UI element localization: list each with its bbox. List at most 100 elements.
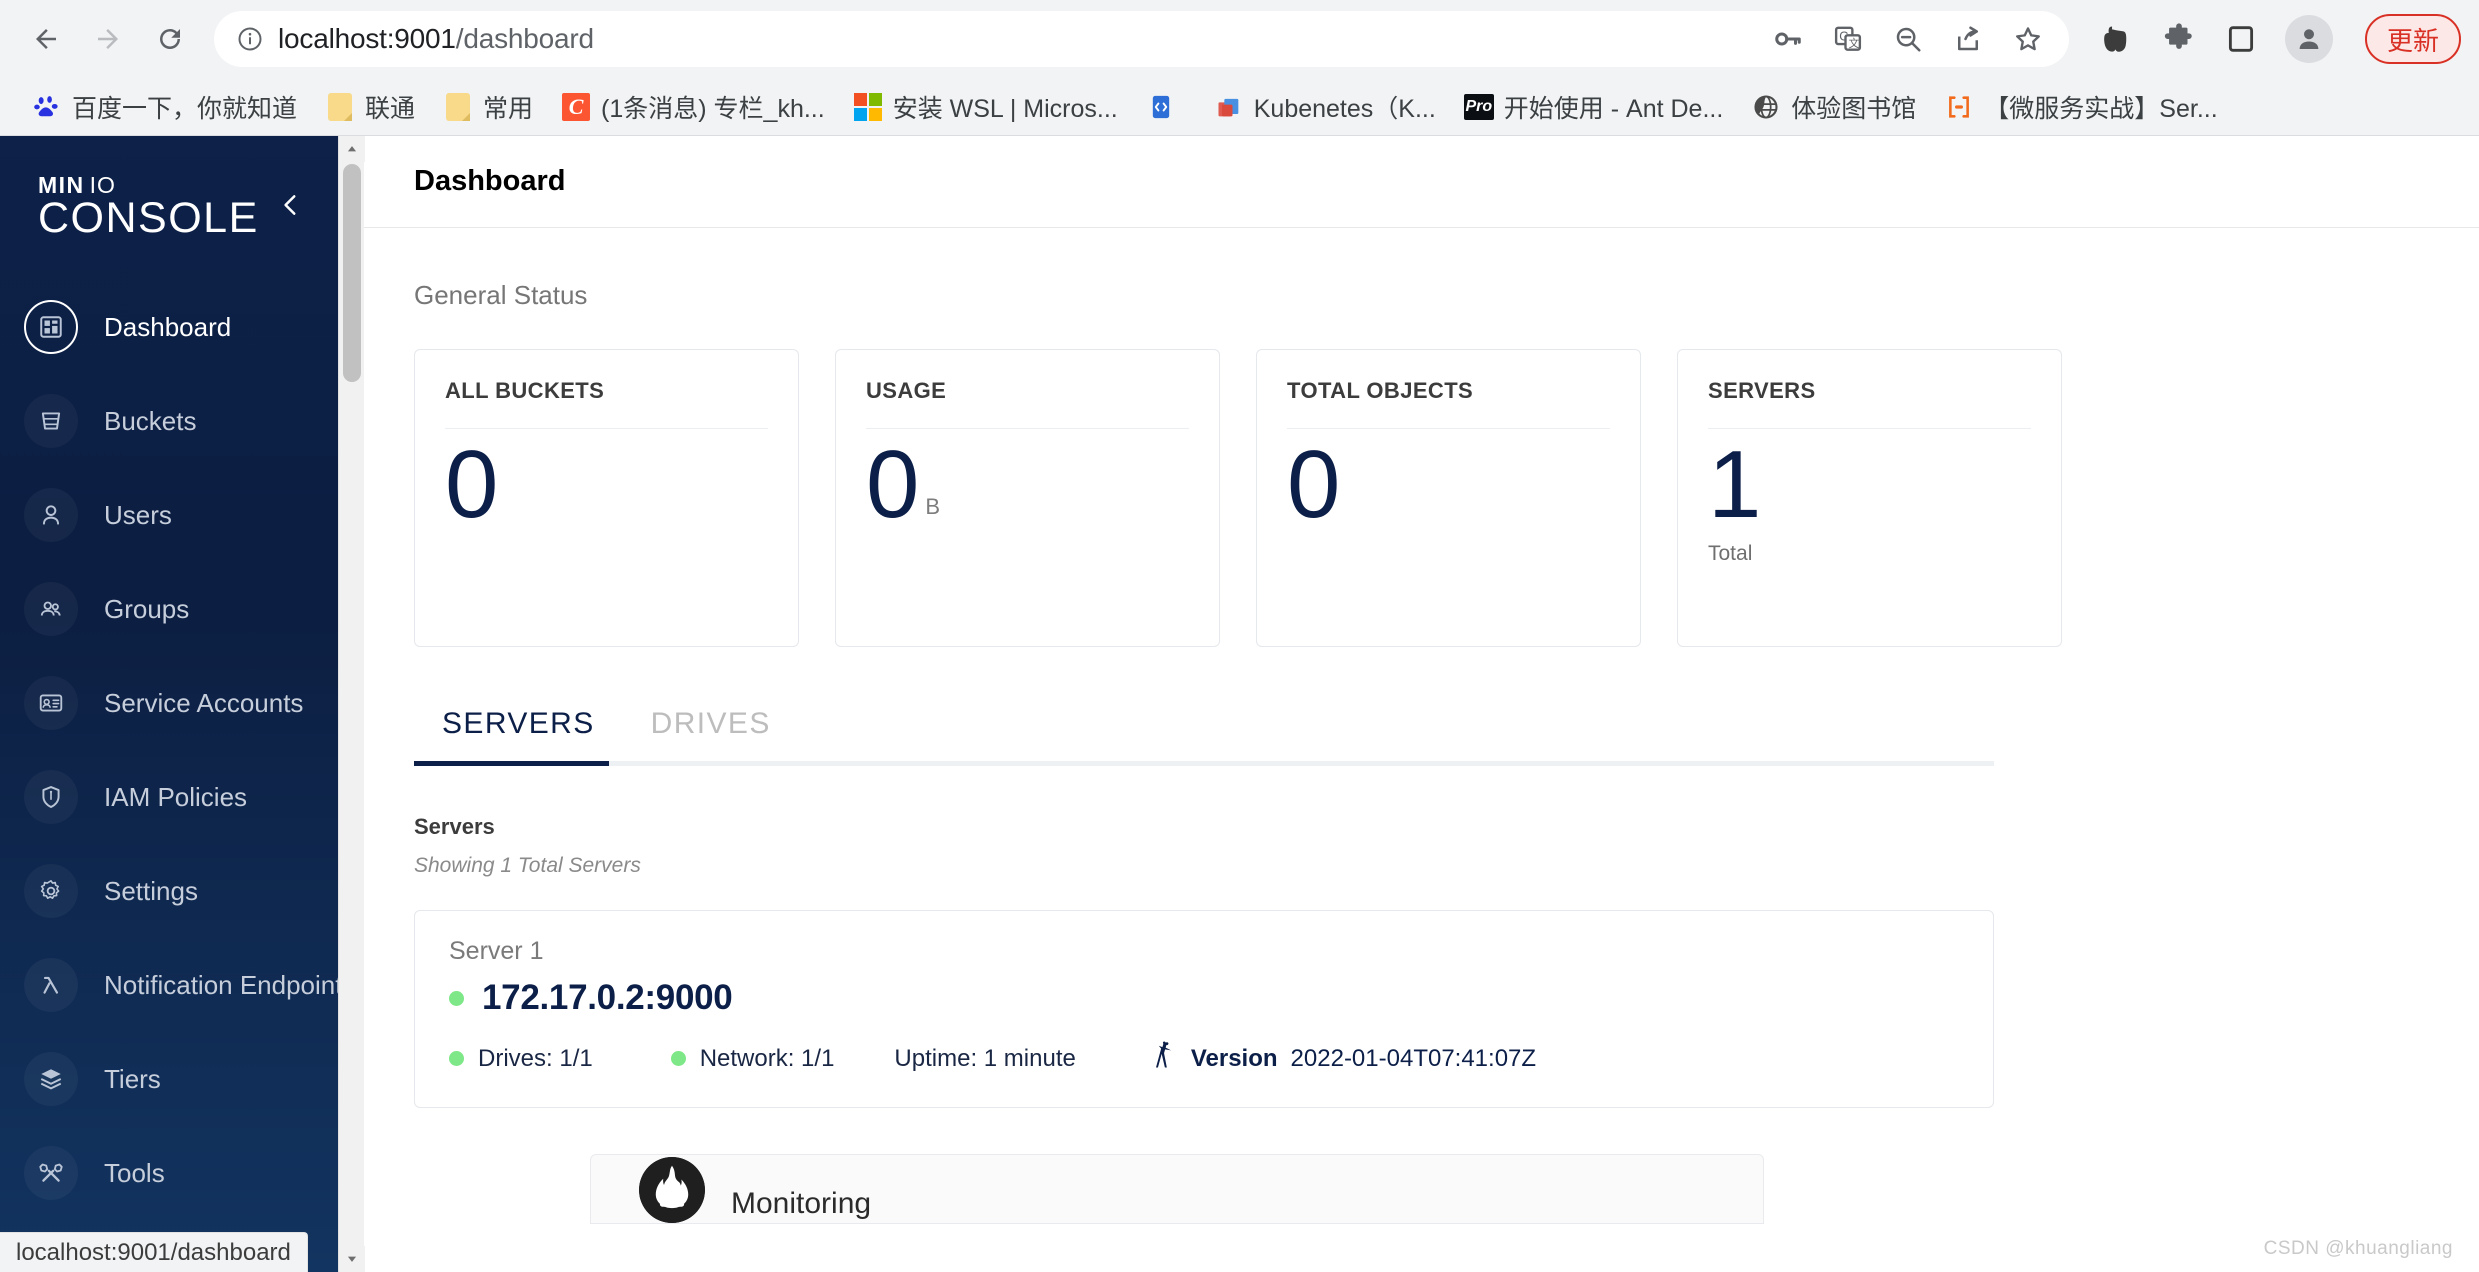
- bookmark-item[interactable]: 联通: [311, 83, 429, 131]
- profile-avatar-icon[interactable]: [2284, 15, 2333, 63]
- servers-list-title: Servers: [414, 814, 495, 839]
- key-icon[interactable]: [1771, 22, 1805, 56]
- bookmark-item[interactable]: 体验图书馆: [1737, 83, 1930, 131]
- server-metrics: Drives: 1/1 Network: 1/1 Uptime: 1 minut…: [449, 1040, 1959, 1077]
- sidebar-item-tools[interactable]: Tools: [0, 1126, 338, 1220]
- tab-list: SERVERS DRIVES: [414, 707, 1994, 761]
- prometheus-flame-icon: [639, 1157, 705, 1223]
- sidebar-label: Buckets: [104, 405, 197, 436]
- extensions-puzzle-icon[interactable]: [2161, 21, 2197, 57]
- baidu-icon: [32, 92, 62, 122]
- version-label: Version: [1190, 1044, 1278, 1072]
- watermark: CSDN @khuangliang: [2263, 1238, 2453, 1259]
- back-button[interactable]: [18, 11, 74, 67]
- sidebar-item-notification-endpoints[interactable]: Notification Endpoints: [0, 938, 338, 1032]
- bookmark-item[interactable]: 百度一下，你就知道: [18, 83, 311, 131]
- monitoring-label: Monitoring: [731, 1187, 872, 1220]
- sidebar-item-groups[interactable]: Groups: [0, 562, 338, 656]
- bookmark-item[interactable]: C (1条消息) 专栏_kh...: [547, 83, 839, 131]
- scrollbar-down-arrow[interactable]: [339, 1246, 365, 1272]
- bookmark-item[interactable]: Kubenetes（K...: [1200, 83, 1450, 131]
- browser-toolbar: localhost:9001/dashboard G文 更新: [0, 0, 2479, 78]
- bookmark-label: Kubenetes（K...: [1253, 94, 1436, 123]
- stat-card-usage: USAGE 0 B: [835, 349, 1220, 647]
- evernote-extension-icon[interactable]: [2099, 21, 2135, 57]
- sidebar-item-settings[interactable]: Settings: [0, 844, 338, 938]
- stat-cards: ALL BUCKETS 0 USAGE 0 B TOTAL OBJECTS 0 …: [414, 349, 2479, 647]
- update-button[interactable]: 更新: [2364, 14, 2461, 64]
- user-icon: [24, 488, 78, 542]
- dashboard-grid-icon: [24, 300, 78, 354]
- drives-status-dot: [449, 1051, 464, 1066]
- sidebar-label: Tools: [104, 1157, 165, 1188]
- minio-bird-icon: [1152, 1040, 1178, 1077]
- stat-card-unit: B: [925, 493, 941, 519]
- network-label: Network: 1/1: [699, 1044, 835, 1072]
- forward-button[interactable]: [80, 11, 136, 67]
- reload-button[interactable]: [142, 11, 198, 67]
- side-panel-icon[interactable]: [2223, 21, 2259, 57]
- uptime-label: Uptime: 1 minute: [894, 1044, 1076, 1072]
- server-row[interactable]: Server 1 172.17.0.2:9000 Drives: 1/1 Net…: [414, 910, 1994, 1108]
- version-value: 2022-01-04T07:41:07Z: [1290, 1044, 1537, 1072]
- sidebar-label: Service Accounts: [104, 687, 304, 718]
- server-drives: Drives: 1/1: [449, 1045, 593, 1073]
- stat-card-all-buckets: ALL BUCKETS 0: [414, 349, 799, 647]
- bookmark-item[interactable]: 常用: [429, 83, 547, 131]
- bookmark-label: 【微服务实战】Ser...: [1984, 94, 2218, 123]
- scrollbar-up-arrow[interactable]: [339, 136, 365, 162]
- sidebar-label: Settings: [104, 875, 198, 906]
- sidebar-item-dashboard[interactable]: Dashboard: [0, 280, 338, 374]
- translate-icon[interactable]: G文: [1831, 22, 1865, 56]
- id-card-icon: [24, 676, 78, 730]
- microsoft-icon: [853, 92, 883, 122]
- stat-card-title: USAGE: [866, 378, 947, 403]
- tools-icon: [24, 1146, 78, 1200]
- bookmark-star-icon[interactable]: [2011, 22, 2045, 56]
- server-status-dot: [449, 990, 464, 1006]
- sidebar-label: Groups: [104, 593, 190, 624]
- bookmark-label: 体验图书馆: [1791, 94, 1917, 123]
- sidebar-item-users[interactable]: Users: [0, 468, 338, 562]
- gear-icon: [24, 864, 78, 918]
- scrollbar-thumb[interactable]: [343, 164, 361, 382]
- sidebar-item-service-accounts[interactable]: Service Accounts: [0, 656, 338, 750]
- tabs-section: SERVERS DRIVES: [414, 707, 1994, 766]
- tab-servers[interactable]: SERVERS: [414, 707, 623, 761]
- sidebar-item-tiers[interactable]: Tiers: [0, 1032, 338, 1126]
- tab-active-indicator: [414, 761, 609, 766]
- sidebar-label: IAM Policies: [104, 781, 248, 812]
- bookmark-label: 常用: [483, 94, 534, 123]
- sidebar-nav: Dashboard Buckets Users Groups Service A…: [0, 280, 338, 1272]
- address-bar[interactable]: localhost:9001/dashboard G文: [214, 11, 2069, 67]
- sidebar-item-buckets[interactable]: Buckets: [0, 374, 338, 468]
- bookmark-item[interactable]: 安装 WSL | Micros...: [839, 83, 1132, 131]
- share-icon[interactable]: [1951, 22, 1985, 56]
- monitoring-panel[interactable]: Monitoring: [590, 1154, 1764, 1224]
- docs-icon: [1146, 92, 1176, 122]
- server-host: 172.17.0.2:9000: [482, 978, 733, 1017]
- chevron-left-icon: [278, 192, 304, 223]
- sidebar-collapse-button[interactable]: [272, 188, 310, 226]
- browser-status-bubble: localhost:9001/dashboard: [0, 1232, 308, 1272]
- shield-icon: [24, 770, 78, 824]
- zoom-out-icon[interactable]: [1891, 22, 1925, 56]
- minio-console-logo: MIN IO CONSOLE: [0, 136, 338, 240]
- tab-underline: [414, 761, 1994, 766]
- divider: [1708, 428, 2031, 429]
- url-text[interactable]: localhost:9001/dashboard: [278, 23, 1757, 55]
- bookmark-item[interactable]: 【微服务实战】Ser...: [1930, 83, 2231, 131]
- bookmark-item[interactable]: Pro 开始使用 - Ant De...: [1450, 83, 1737, 131]
- info-circle-icon[interactable]: [236, 25, 264, 53]
- divider: [1287, 428, 1610, 429]
- bookmark-label: (1条消息) 专栏_kh...: [601, 94, 825, 123]
- stat-card-value: 1: [1708, 431, 1762, 538]
- page-scrollbar[interactable]: [338, 136, 365, 1272]
- bookmark-item[interactable]: [1132, 86, 1200, 128]
- stat-card-title: TOTAL OBJECTS: [1287, 378, 1474, 403]
- servers-list-subtitle: Showing 1 Total Servers: [414, 854, 641, 877]
- sidebar-item-iam-policies[interactable]: IAM Policies: [0, 750, 338, 844]
- layers-icon: [24, 1052, 78, 1106]
- tab-drives[interactable]: DRIVES: [623, 707, 799, 761]
- globe-icon: [1751, 92, 1781, 122]
